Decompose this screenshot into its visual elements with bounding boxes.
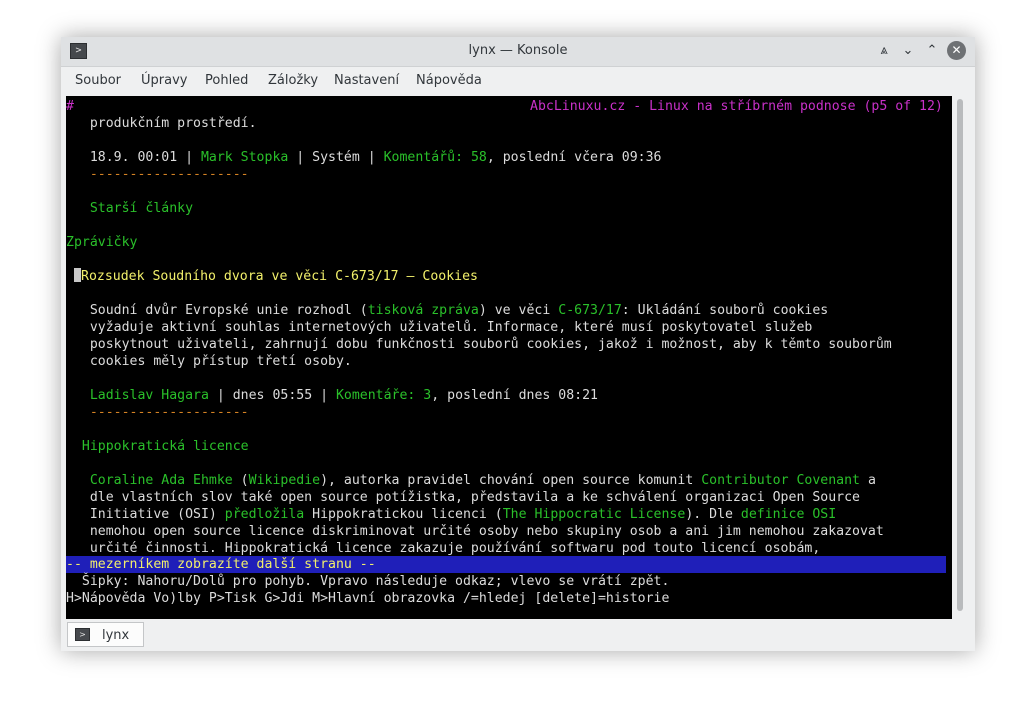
news-body-line: Soudní dvůr Evropské unie rozhodl (tisko… (66, 302, 828, 319)
text-span: : Ukládání souborů cookies (621, 303, 829, 318)
news-meta: Ladislav Hagara | dnes 05:55 | Komentáře… (66, 387, 598, 404)
news-item-title[interactable]: Rozsudek Soudního dvora ve věci C-673/17… (74, 268, 478, 285)
osi-definition-link[interactable]: definice OSI (741, 507, 836, 522)
text-span: ) ve věci (478, 303, 559, 318)
terminal-view[interactable]: # AbcLinuxu.cz - Linux na stříbrném podn… (66, 96, 952, 619)
meta-last: , poslední dnes 08:21 (431, 388, 598, 403)
news-item-title-text: Rozsudek Soudního dvora ve věci C-673/17… (81, 269, 478, 284)
news-body-line: určité činnosti. Hippokratická licence z… (66, 541, 821, 556)
text-span: ( (232, 473, 249, 488)
news-body-line: vyžaduje aktivní souhlas internetových u… (66, 320, 813, 335)
contributor-covenant-link[interactable]: Contributor Covenant (701, 473, 860, 488)
page-title: AbcLinuxu.cz - Linux na stříbrném podnos… (530, 99, 943, 114)
text-span: ), autorka pravidel chování open source … (320, 473, 702, 488)
text-span: Soudní dvůr Evropské unie rozhodl ( (66, 303, 368, 318)
menu-bar: Soubor Úpravy Pohled Záložky Nastavení N… (61, 67, 975, 95)
news-body-line: Coraline Ada Ehmke (Wikipedie), autorka … (66, 472, 876, 489)
older-articles-link[interactable]: Starší články (66, 200, 193, 217)
article-meta: 18.9. 00:01 | Mark Stopka | Systém | Kom… (66, 149, 662, 166)
case-link[interactable]: C-673/17 (558, 303, 622, 318)
text-span: a (860, 473, 876, 488)
maximize-icon[interactable]: ⌃ (923, 42, 941, 60)
meta-time: | dnes 05:55 | (208, 388, 336, 403)
submitted-link[interactable]: předložila (225, 507, 304, 522)
separator-rule: -------------------- (66, 405, 249, 420)
text-span: Initiative (OSI) (66, 507, 225, 522)
author-link[interactable]: Mark Stopka (201, 150, 288, 165)
meta-section: | Systém | (288, 150, 384, 165)
terminal-tab-icon: > (75, 628, 90, 641)
menu-upravy[interactable]: Úpravy (141, 73, 187, 88)
minimize-icon[interactable]: ⌄ (899, 42, 917, 60)
help-line: Šipky: Nahoru/Dolů pro pohyb. Vpravo nás… (66, 574, 670, 589)
comments-link[interactable]: Komentářů: 58 (384, 150, 487, 165)
comments-link[interactable]: Komentáře: 3 (336, 388, 431, 403)
wikipedia-link[interactable]: Wikipedie (249, 473, 320, 488)
page-hash-mark: # (66, 99, 74, 114)
hippocratic-license-link[interactable]: The Hippocratic License (503, 507, 686, 522)
news-body-line: poskytnout uživateli, zahrnují dobu funk… (66, 337, 892, 352)
tab-lynx[interactable]: > lynx (67, 622, 144, 647)
news-item-title[interactable]: Hippokratická licence (66, 438, 249, 455)
news-body-line: cookies měly přístup třetí osoby. (66, 354, 352, 369)
news-body-line: Initiative (OSI) předložila Hippokratick… (66, 506, 836, 523)
text-span: Hippokratickou licenci ( (304, 507, 503, 522)
window-title: lynx — Konsole (468, 43, 568, 58)
author-link[interactable]: Ladislav Hagara (66, 388, 209, 403)
author-link[interactable]: Coraline Ada Ehmke (66, 473, 233, 488)
press-release-link[interactable]: tisková zpráva (368, 303, 479, 318)
keep-above-icon[interactable]: ⩓ (875, 42, 893, 60)
tab-label: lynx (102, 628, 130, 643)
news-body-line: dle vlastních slov také open source potí… (66, 490, 860, 505)
menu-pohled[interactable]: Pohled (205, 73, 248, 88)
text-line: produkčním prostředí. (66, 116, 257, 131)
news-body-line: nemohou open source licence diskriminova… (66, 524, 884, 539)
menu-soubor[interactable]: Soubor (75, 73, 121, 88)
status-bar-text: -- mezerníkem zobrazíte další stranu -- (66, 557, 376, 572)
scrollbar[interactable] (957, 99, 963, 611)
meta-date: 18.9. 00:01 | (66, 150, 201, 165)
meta-last: , poslední včera 09:36 (486, 150, 662, 165)
tab-bar: > lynx (61, 619, 975, 651)
separator-rule: -------------------- (66, 167, 249, 182)
menu-zalozky[interactable]: Záložky (268, 73, 318, 88)
text-span: ). Dle (685, 507, 741, 522)
close-icon[interactable]: ✕ (947, 41, 966, 60)
command-help-line: H>Nápověda Vo)lby P>Tisk G>Jdi M>Hlavní … (66, 591, 670, 606)
menu-napoveda[interactable]: Nápověda (416, 73, 482, 88)
menu-nastaveni[interactable]: Nastavení (334, 73, 399, 88)
title-bar[interactable]: > lynx — Konsole ⩓ ⌄ ⌃ ✕ (61, 37, 975, 67)
konsole-window: > lynx — Konsole ⩓ ⌄ ⌃ ✕ Soubor Úpravy P… (61, 37, 975, 651)
text-cursor (74, 268, 81, 282)
news-heading: Zprávičky (66, 235, 138, 250)
